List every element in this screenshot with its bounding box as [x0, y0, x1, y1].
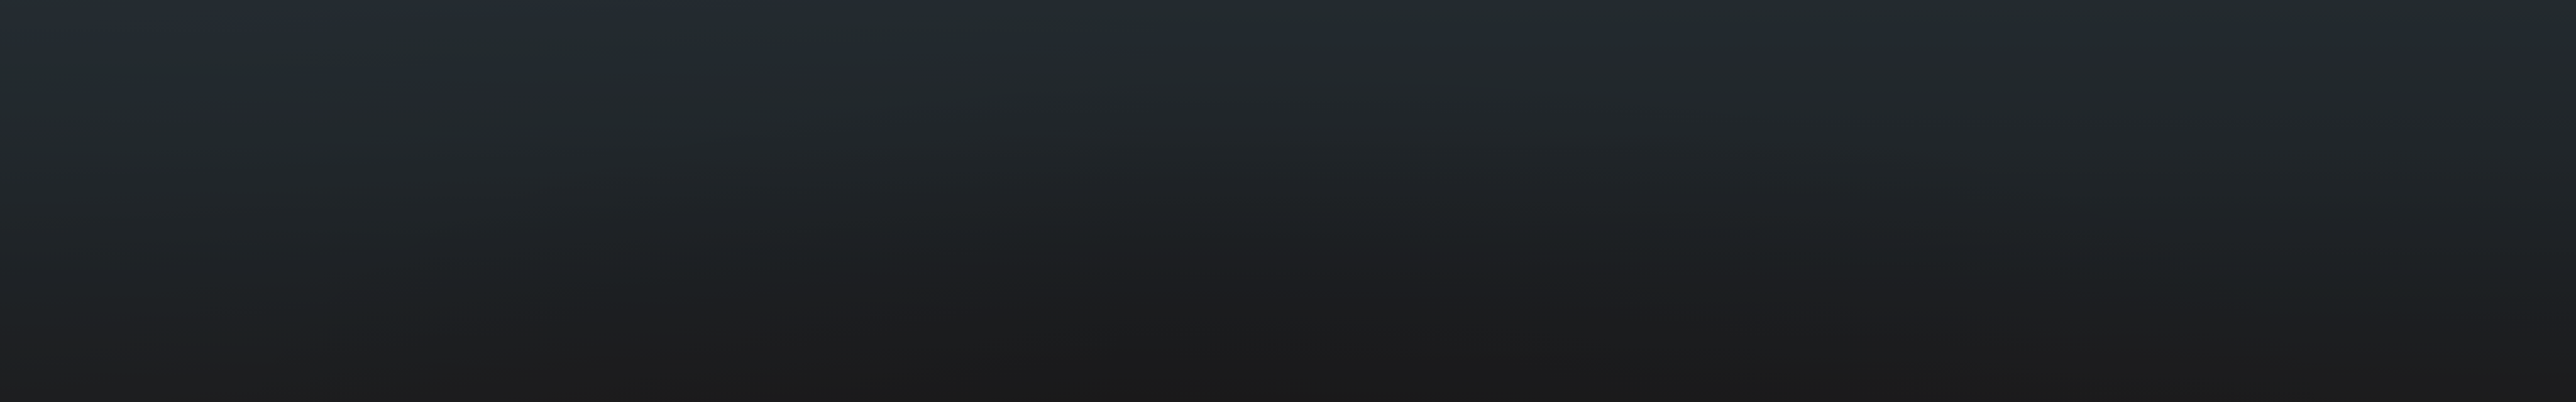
bottom-vignette-overlay	[0, 0, 2576, 402]
dark-gradient-background	[0, 0, 2576, 402]
diagonal-sheen-overlay	[0, 0, 2576, 402]
